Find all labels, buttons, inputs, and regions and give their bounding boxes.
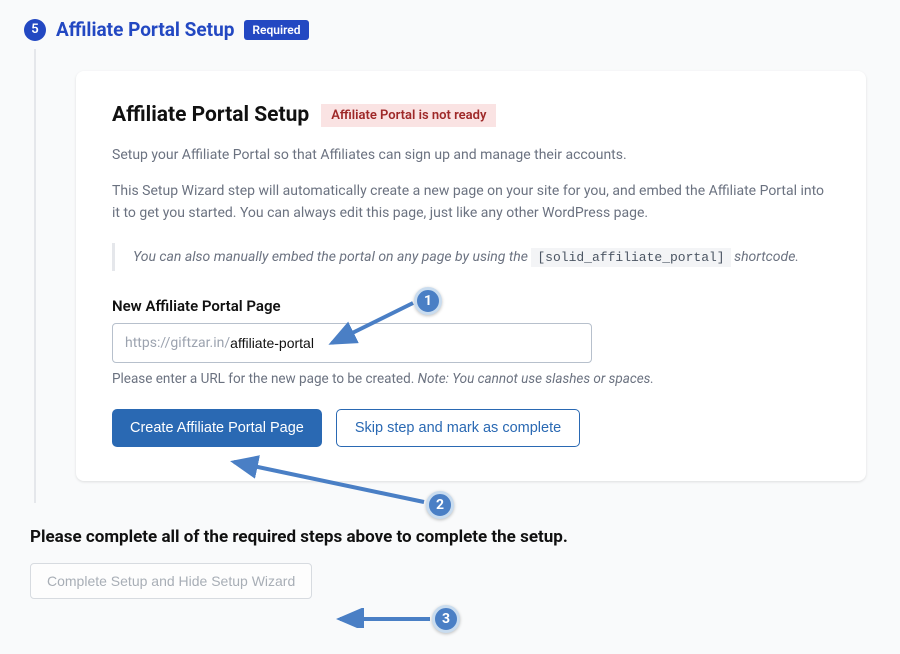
url-helper-text: Please enter a URL for the new page to b…	[112, 371, 830, 387]
card-header: Affiliate Portal Setup Affiliate Portal …	[112, 103, 830, 127]
step-indent: Affiliate Portal Setup Affiliate Portal …	[34, 49, 900, 503]
button-row: Create Affiliate Portal Page Skip step a…	[112, 409, 830, 447]
helper-main: Please enter a URL for the new page to b…	[112, 371, 418, 387]
status-badge: Affiliate Portal is not ready	[321, 104, 496, 127]
skip-step-button[interactable]: Skip step and mark as complete	[336, 409, 580, 447]
annotation-arrow-3	[330, 608, 440, 628]
url-field-label: New Affiliate Portal Page	[112, 297, 830, 315]
step-header: 5 Affiliate Portal Setup Required	[0, 0, 900, 49]
card-description-1: Setup your Affiliate Portal so that Affi…	[112, 145, 830, 166]
helper-note: Note: You cannot use slashes or spaces.	[418, 371, 654, 387]
complete-setup-button[interactable]: Complete Setup and Hide Setup Wizard	[30, 563, 312, 599]
create-affiliate-portal-button[interactable]: Create Affiliate Portal Page	[112, 409, 322, 447]
card-title: Affiliate Portal Setup	[112, 103, 309, 127]
required-badge: Required	[244, 20, 308, 40]
affiliate-portal-url-input[interactable]	[230, 335, 579, 351]
annotation-marker-1: 1	[414, 287, 442, 315]
shortcode-text: [solid_affiliate_portal]	[531, 248, 730, 267]
step-number-badge: 5	[24, 19, 46, 41]
annotation-marker-2: 2	[426, 491, 454, 519]
step-title: Affiliate Portal Setup	[56, 18, 234, 41]
manual-embed-note: You can also manually embed the portal o…	[112, 243, 830, 271]
card-description-2: This Setup Wizard step will automaticall…	[112, 180, 830, 225]
url-prefix: https://giftzar.in/	[125, 335, 230, 351]
setup-card: Affiliate Portal Setup Affiliate Portal …	[76, 71, 866, 481]
quote-suffix: shortcode.	[734, 249, 799, 265]
annotation-marker-3: 3	[432, 605, 460, 633]
url-input-wrap[interactable]: https://giftzar.in/	[112, 323, 592, 363]
complete-instruction-text: Please complete all of the required step…	[30, 527, 900, 547]
quote-prefix: You can also manually embed the portal o…	[133, 249, 531, 265]
